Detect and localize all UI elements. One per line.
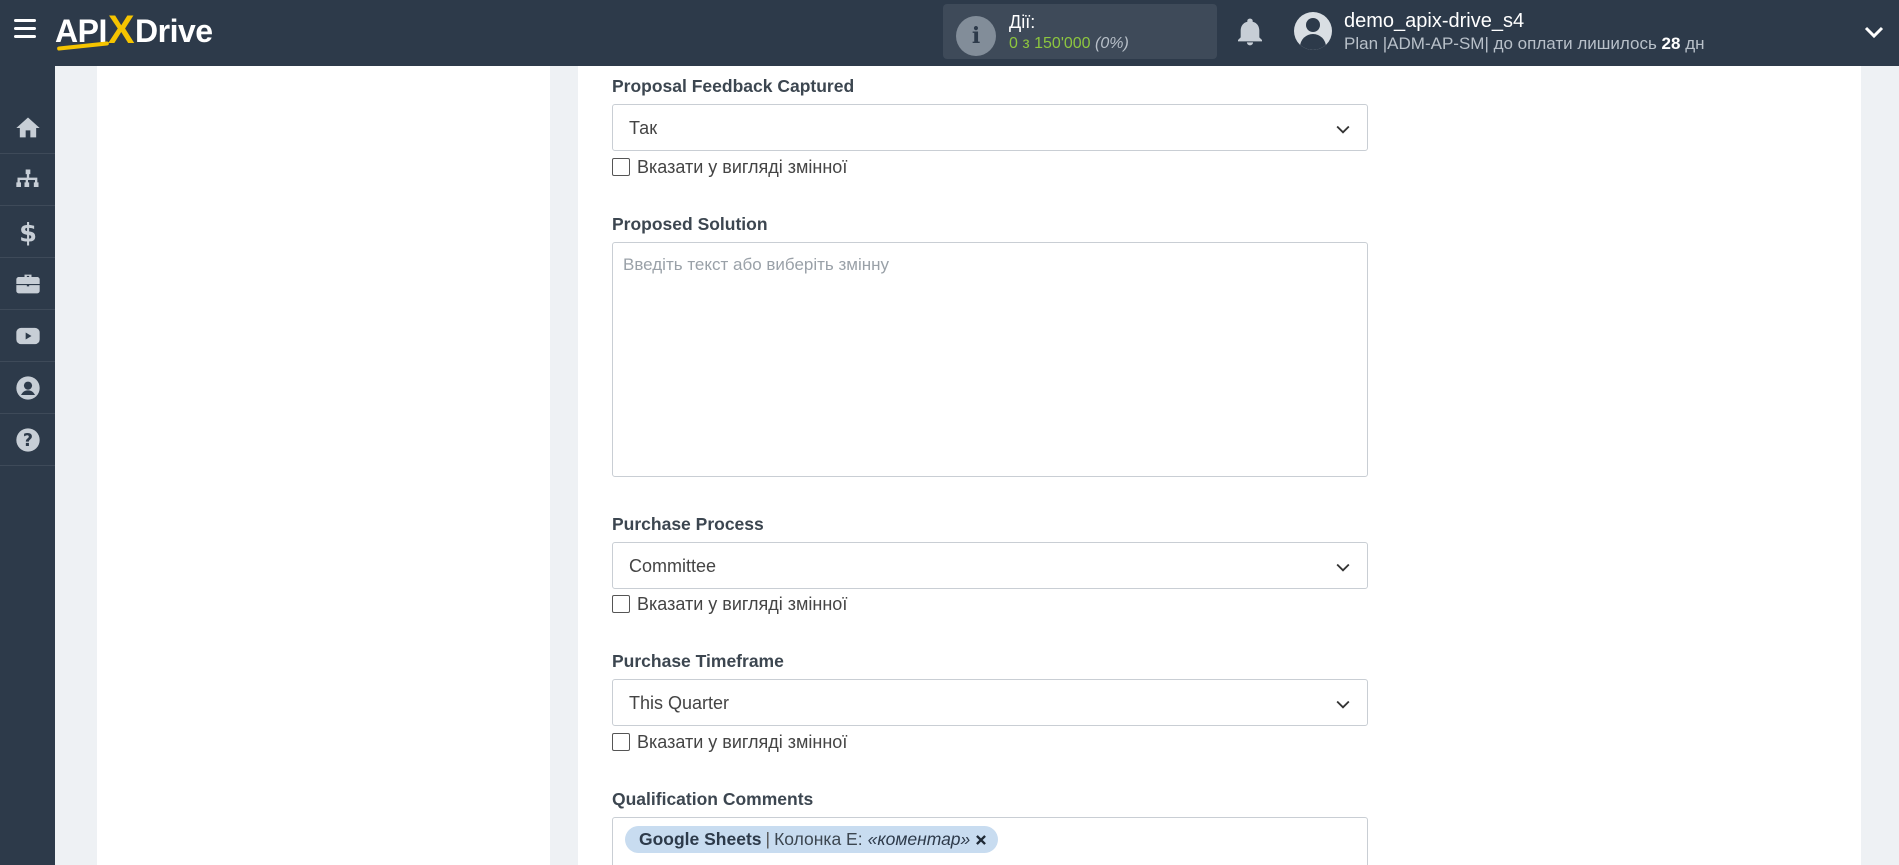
- info-icon: i: [956, 16, 996, 56]
- purchase-timeframe-label: Purchase Timeframe: [612, 651, 784, 671]
- username[interactable]: demo_apix-drive_s4: [1344, 10, 1524, 33]
- proposal-feedback-variable-checkbox[interactable]: [612, 158, 630, 176]
- actions-label: Дії:: [1009, 12, 1036, 32]
- sidebar: $ ?: [0, 66, 55, 865]
- purchase-timeframe-select[interactable]: This Quarter: [612, 679, 1368, 726]
- bell-icon[interactable]: [1234, 16, 1266, 48]
- purchase-timeframe-value: This Quarter: [629, 693, 730, 713]
- tag-separator: |: [765, 829, 771, 849]
- proposal-feedback-variable-label[interactable]: Вказати у вигляді змінної: [637, 157, 847, 178]
- svg-text:?: ?: [22, 430, 32, 450]
- chevron-down-icon: [1336, 700, 1350, 709]
- actions-percent: (0%): [1095, 35, 1129, 52]
- plan-suffix: дн: [1680, 34, 1705, 53]
- tag-source: Google Sheets: [639, 829, 762, 849]
- svg-text:$: $: [19, 218, 37, 246]
- plan-days: 28: [1661, 34, 1681, 53]
- purchase-process-label: Purchase Process: [612, 514, 764, 534]
- sidebar-item-profile[interactable]: [0, 362, 55, 414]
- variable-tag[interactable]: Google Sheets | Колонка E: «коментар»: [625, 826, 999, 853]
- logo[interactable]: API X Drive: [55, 7, 213, 53]
- proposed-solution-placeholder: Введіть текст або виберіть змінну: [623, 255, 890, 274]
- left-panel: [97, 66, 550, 865]
- proposal-feedback-label: Proposal Feedback Captured: [612, 76, 855, 96]
- logo-drive: Drive: [135, 12, 213, 49]
- actions-count: 0 з 150'000: [1009, 35, 1091, 52]
- tag-value: «коментар»: [867, 829, 971, 849]
- user-icon: [15, 375, 40, 400]
- qualification-comments-label: Qualification Comments: [612, 789, 814, 809]
- menu-icon[interactable]: [14, 19, 38, 43]
- proposed-solution-label: Proposed Solution: [612, 214, 768, 234]
- chevron-down-icon[interactable]: [1862, 20, 1886, 44]
- purchase-process-variable-checkbox[interactable]: [612, 595, 630, 613]
- purchase-timeframe-variable-option: Вказати у вигляді змінної: [612, 731, 847, 753]
- home-icon: [15, 117, 40, 137]
- sidebar-item-help[interactable]: ?: [0, 414, 55, 466]
- plan-prefix: Plan |ADM-AP-SM| до оплати лишилось: [1344, 34, 1662, 53]
- sitemap-icon: [15, 169, 39, 187]
- chevron-down-icon: [1336, 563, 1350, 572]
- purchase-process-select[interactable]: Committee: [612, 542, 1368, 589]
- logo-x: X: [107, 7, 135, 52]
- tag-column: Колонка E:: [774, 829, 863, 849]
- purchase-timeframe-variable-checkbox[interactable]: [612, 733, 630, 751]
- purchase-process-variable-option: Вказати у вигляді змінної: [612, 593, 847, 615]
- sidebar-item-home[interactable]: [0, 102, 55, 154]
- actions-value: 0 з 150'000 (0%): [1009, 35, 1129, 53]
- plan-info: Plan |ADM-AP-SM| до оплати лишилось 28 д…: [1344, 34, 1705, 54]
- youtube-icon: [15, 327, 40, 344]
- sidebar-item-services[interactable]: [0, 258, 55, 310]
- sidebar-item-video[interactable]: [0, 310, 55, 362]
- purchase-process-variable-label[interactable]: Вказати у вигляді змінної: [637, 594, 847, 615]
- help-icon: ?: [15, 427, 40, 452]
- purchase-timeframe-variable-label[interactable]: Вказати у вигляді змінної: [637, 732, 847, 753]
- chevron-down-icon: [1336, 125, 1350, 134]
- dollar-icon: $: [19, 218, 37, 246]
- avatar[interactable]: [1294, 12, 1332, 50]
- proposal-feedback-value: Так: [629, 118, 658, 138]
- remove-tag-icon[interactable]: [974, 833, 988, 847]
- sidebar-item-billing[interactable]: $: [0, 206, 55, 258]
- proposal-feedback-variable-option: Вказати у вигляді змінної: [612, 156, 847, 178]
- proposed-solution-textarea[interactable]: Введіть текст або виберіть змінну: [612, 242, 1368, 477]
- top-bar: API X Drive i Дії: 0 з 150'000 (0%) demo_a…: [0, 0, 1899, 66]
- sidebar-item-connections[interactable]: [0, 154, 55, 206]
- purchase-process-value: Committee: [629, 556, 717, 576]
- proposal-feedback-select[interactable]: Так: [612, 104, 1368, 151]
- actions-counter[interactable]: i Дії: 0 з 150'000 (0%): [943, 4, 1217, 59]
- briefcase-icon: [15, 274, 40, 293]
